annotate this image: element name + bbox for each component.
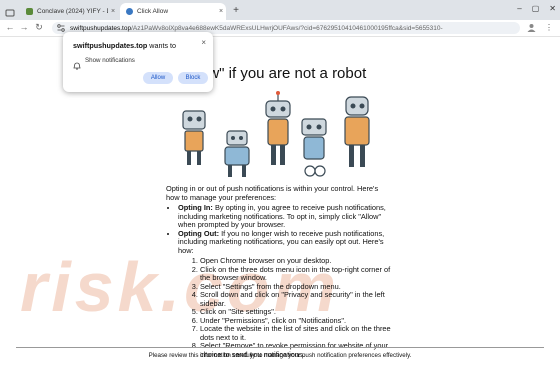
site-info-icon[interactable] <box>57 24 65 32</box>
tab-title: Click Allow <box>137 8 169 15</box>
maximize-icon[interactable]: ▢ <box>532 4 540 13</box>
forward-icon[interactable]: → <box>18 22 30 32</box>
bell-icon <box>73 57 81 70</box>
profile-icon[interactable] <box>527 23 536 34</box>
url-domain: swiftpushupdates.top <box>70 24 132 32</box>
notification-permission-popup: swiftpushupdates.top wants to × Show not… <box>63 32 213 92</box>
list-item: Opting Out: If you no longer wish to rec… <box>178 229 392 360</box>
close-window-icon[interactable]: ✕ <box>549 4 556 13</box>
block-button[interactable]: Block <box>178 72 208 84</box>
globe-favicon-icon <box>126 8 133 15</box>
steps-list: Open Chrome browser on your desktop. Cli… <box>178 256 392 359</box>
popup-title: swiftpushupdates.top wants to <box>73 41 176 50</box>
page-heading: ow" if you are not a robot <box>200 65 367 82</box>
minimize-icon[interactable]: – <box>517 4 521 13</box>
list-item: Locate the website in the list of sites … <box>200 324 392 342</box>
list-item: Click on the three dots menu icon in the… <box>200 265 392 283</box>
chrome-menu-icon[interactable]: ⋮ <box>545 23 553 32</box>
list-item: Opting In: By opting in, you agree to re… <box>178 203 392 230</box>
url-path: /Az1PaWv8olXp8va4e688ewK5daWRExsULHwrjOU… <box>131 24 443 32</box>
popup-domain: swiftpushupdates.top <box>73 41 148 50</box>
tab-search-icon[interactable] <box>5 5 15 17</box>
allow-button[interactable]: Allow <box>143 72 173 84</box>
permission-text: Show notifications <box>85 57 135 64</box>
new-tab-button[interactable]: + <box>230 5 242 16</box>
robot-3-icon <box>265 91 291 165</box>
tab-click-allow[interactable]: Click Allow × <box>120 3 226 20</box>
robot-1-icon <box>182 110 206 165</box>
movie-favicon-icon <box>26 8 33 15</box>
popup-close-button[interactable]: × <box>201 38 206 47</box>
intro-text: Opting in or out of push notifications i… <box>166 184 379 202</box>
tab-strip: Conclave (2024) YIFY - Downlo × Click Al… <box>0 0 560 20</box>
reload-icon[interactable]: ↻ <box>33 22 45 33</box>
close-tab-icon[interactable]: × <box>108 8 118 15</box>
robot-2-icon <box>224 130 250 177</box>
robot-5-icon <box>344 96 370 167</box>
tab-conclave[interactable]: Conclave (2024) YIFY - Downlo × <box>20 3 118 20</box>
close-tab-icon[interactable]: × <box>216 8 226 15</box>
instructions-block: Opting in or out of push notifications i… <box>166 184 392 360</box>
list-item: Scroll down and click on "Privacy and se… <box>200 290 392 308</box>
tab-title: Conclave (2024) YIFY - Downlo <box>37 8 108 15</box>
popup-wants-to: wants to <box>147 41 177 50</box>
robots-illustration <box>180 89 380 189</box>
window-controls: – ▢ ✕ <box>517 4 556 13</box>
robot-4-icon <box>301 118 327 177</box>
option-list: Opting In: By opting in, you agree to re… <box>166 203 392 360</box>
back-icon[interactable]: ← <box>4 22 16 32</box>
footer-notice: Please review this information carefully… <box>16 347 544 359</box>
